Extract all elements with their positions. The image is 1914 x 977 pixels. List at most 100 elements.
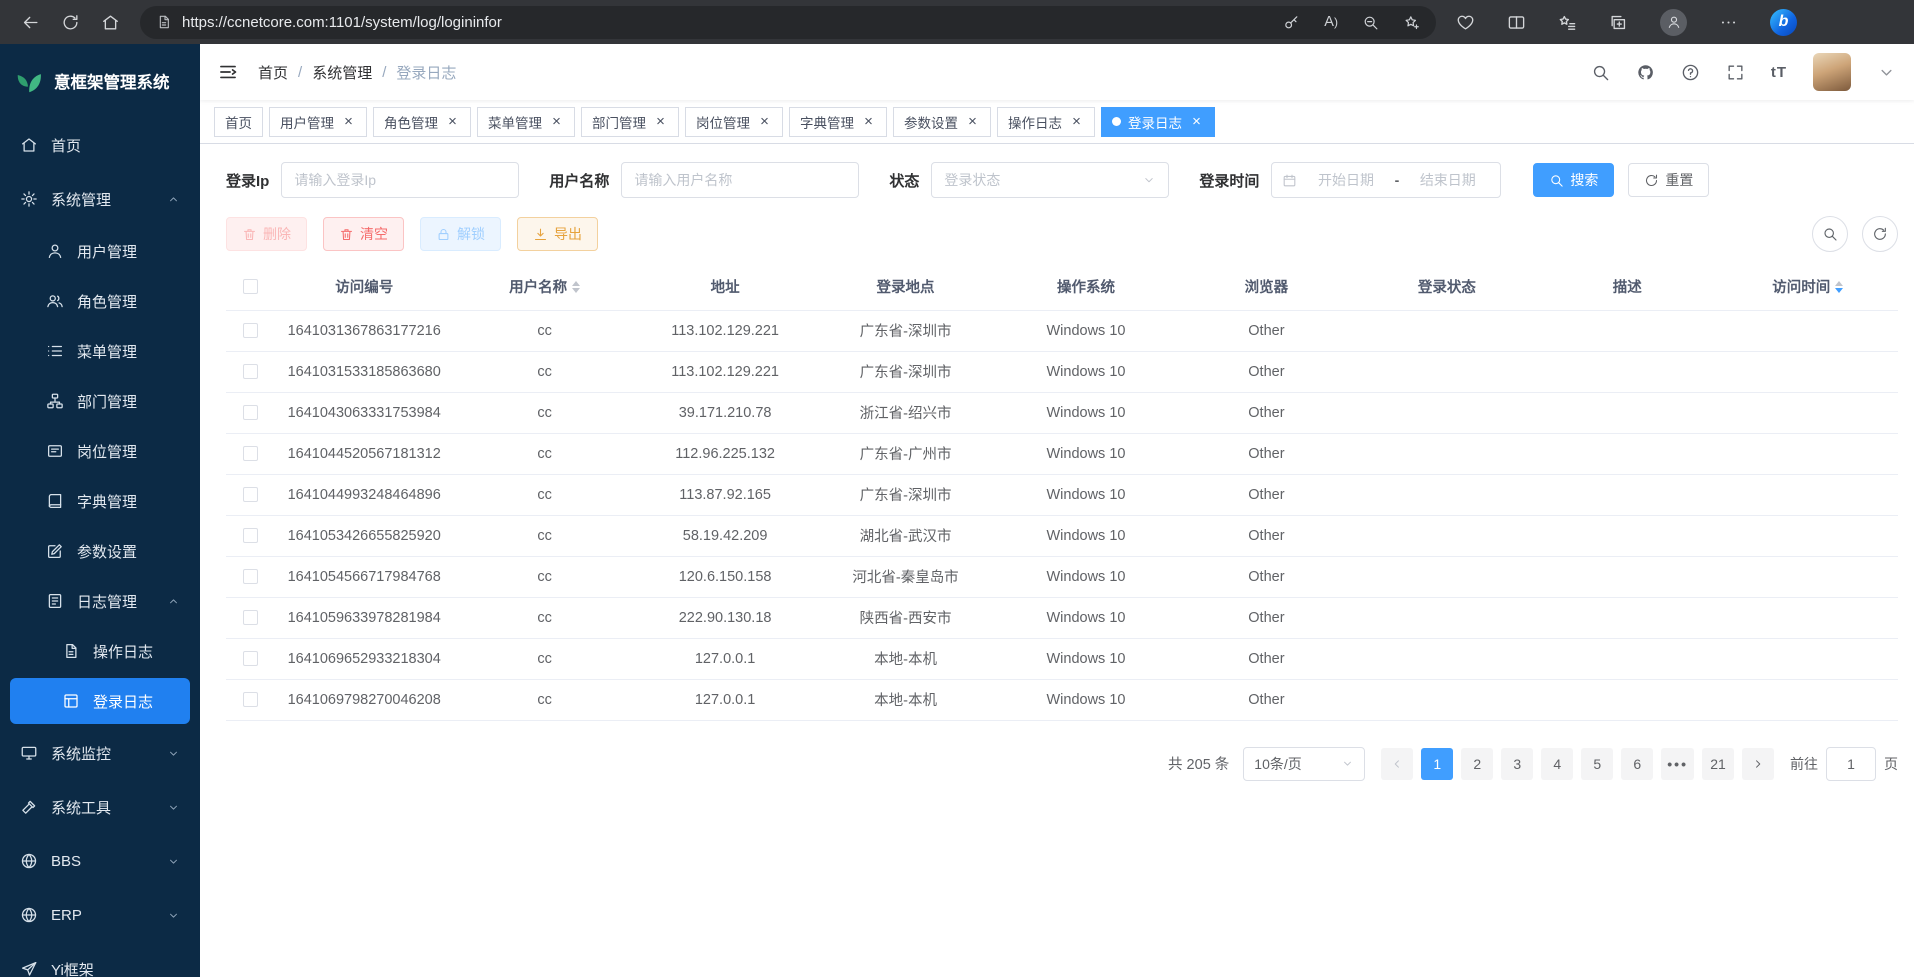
table-row[interactable]: 1641031367863177216 cc 113.102.129.221 广… <box>226 310 1898 351</box>
sidebar-collapse-button[interactable] <box>218 62 238 82</box>
sidebar-item-parameter-settings[interactable]: 参数设置 <box>0 526 200 576</box>
clear-button[interactable]: 清空 <box>323 217 404 251</box>
tab-menu-management[interactable]: 菜单管理× <box>477 107 575 137</box>
row-checkbox[interactable] <box>243 569 258 584</box>
read-aloud-icon[interactable]: A) <box>1324 14 1338 30</box>
unlock-button[interactable]: 解锁 <box>420 217 501 251</box>
browser-menu-icon[interactable] <box>1719 13 1738 32</box>
sidebar-item-erp[interactable]: ERP <box>0 888 200 942</box>
browser-profile-avatar[interactable] <box>1660 9 1687 36</box>
more-pages-button[interactable]: ••• <box>1661 748 1694 780</box>
user-name-input[interactable] <box>621 162 859 198</box>
sort-icon[interactable] <box>572 281 580 293</box>
tab-dictionary-management[interactable]: 字典管理× <box>789 107 887 137</box>
tab-post-management[interactable]: 岗位管理× <box>685 107 783 137</box>
sidebar-item-user-management[interactable]: 用户管理 <box>0 226 200 276</box>
close-icon[interactable]: × <box>757 114 772 129</box>
search-button[interactable]: 搜索 <box>1533 163 1614 197</box>
row-checkbox[interactable] <box>243 405 258 420</box>
user-avatar[interactable] <box>1813 53 1851 91</box>
sidebar-item-bbs[interactable]: BBS <box>0 834 200 888</box>
collections-icon[interactable] <box>1609 13 1628 32</box>
sidebar-item-department-management[interactable]: 部门管理 <box>0 376 200 426</box>
row-checkbox[interactable] <box>243 528 258 543</box>
close-icon[interactable]: × <box>653 114 668 129</box>
login-ip-input[interactable] <box>281 162 519 198</box>
page-button-4[interactable]: 4 <box>1541 748 1573 780</box>
page-button-last[interactable]: 21 <box>1702 748 1734 780</box>
table-row[interactable]: 1641043063331753984 cc 39.171.210.78 浙江省… <box>226 392 1898 433</box>
row-checkbox[interactable] <box>243 323 258 338</box>
fullscreen-icon[interactable] <box>1726 63 1745 82</box>
row-checkbox[interactable] <box>243 487 258 502</box>
page-button-2[interactable]: 2 <box>1461 748 1493 780</box>
tab-operation-log[interactable]: 操作日志× <box>997 107 1095 137</box>
goto-page-input[interactable] <box>1826 747 1876 781</box>
close-icon[interactable]: × <box>861 114 876 129</box>
row-checkbox[interactable] <box>243 692 258 707</box>
close-icon[interactable]: × <box>1069 114 1084 129</box>
page-size-select[interactable]: 10条/页 <box>1243 747 1365 781</box>
table-row[interactable]: 1641031533185863680 cc 113.102.129.221 广… <box>226 351 1898 392</box>
bing-copilot-icon[interactable]: b <box>1770 9 1797 36</box>
row-checkbox[interactable] <box>243 651 258 666</box>
export-button[interactable]: 导出 <box>517 217 598 251</box>
sidebar-item-system-management[interactable]: 系统管理 <box>0 172 200 226</box>
page-button-5[interactable]: 5 <box>1581 748 1613 780</box>
sidebar-item-home[interactable]: 首页 <box>0 118 200 172</box>
header-search-icon[interactable] <box>1591 63 1610 82</box>
status-select[interactable]: 登录状态 <box>931 162 1169 198</box>
page-button-1[interactable]: 1 <box>1421 748 1453 780</box>
browser-home-button[interactable] <box>92 4 128 40</box>
browser-back-button[interactable] <box>12 4 48 40</box>
add-favorite-icon[interactable] <box>1403 14 1420 31</box>
help-icon[interactable] <box>1681 63 1700 82</box>
font-size-icon[interactable]: tT <box>1771 64 1787 81</box>
table-row[interactable]: 1641059633978281984 cc 222.90.130.18 陕西省… <box>226 597 1898 638</box>
avatar-caret-icon[interactable] <box>1877 63 1896 82</box>
tab-home[interactable]: 首页 <box>214 107 263 137</box>
tab-user-management[interactable]: 用户管理× <box>269 107 367 137</box>
login-time-range-picker[interactable]: 开始日期 - 结束日期 <box>1271 162 1501 198</box>
zoom-out-icon[interactable] <box>1362 14 1379 31</box>
row-checkbox[interactable] <box>243 364 258 379</box>
split-screen-icon[interactable] <box>1507 13 1526 32</box>
app-logo[interactable]: 意框架管理系统 <box>0 44 200 118</box>
close-icon[interactable]: × <box>445 114 460 129</box>
toggle-search-button[interactable] <box>1812 216 1848 252</box>
col-user-name[interactable]: 用户名称 <box>454 264 634 310</box>
table-row[interactable]: 1641053426655825920 cc 58.19.42.209 湖北省-… <box>226 515 1898 556</box>
table-row[interactable]: 1641069652933218304 cc 127.0.0.1 本地-本机 W… <box>226 638 1898 679</box>
col-visit-time[interactable]: 访问时间 <box>1718 264 1899 310</box>
sidebar-item-login-log[interactable]: 登录日志 <box>10 678 190 724</box>
breadcrumb-home[interactable]: 首页 <box>258 62 288 83</box>
tab-parameter-settings[interactable]: 参数设置× <box>893 107 991 137</box>
sidebar-item-operation-log[interactable]: 操作日志 <box>0 626 200 676</box>
sidebar-item-dictionary-management[interactable]: 字典管理 <box>0 476 200 526</box>
select-all-checkbox[interactable] <box>243 279 258 294</box>
sidebar-item-yi-framework[interactable]: Yi框架 <box>0 942 200 977</box>
reset-button[interactable]: 重置 <box>1628 163 1709 197</box>
sidebar-item-menu-management[interactable]: 菜单管理 <box>0 326 200 376</box>
table-row[interactable]: 1641044993248464896 cc 113.87.92.165 广东省… <box>226 474 1898 515</box>
table-row[interactable]: 1641044520567181312 cc 112.96.225.132 广东… <box>226 433 1898 474</box>
close-icon[interactable]: × <box>1189 114 1204 129</box>
page-button-6[interactable]: 6 <box>1621 748 1653 780</box>
github-icon[interactable] <box>1636 63 1655 82</box>
tab-role-management[interactable]: 角色管理× <box>373 107 471 137</box>
sidebar-item-log-management[interactable]: 日志管理 <box>0 576 200 626</box>
close-icon[interactable]: × <box>965 114 980 129</box>
browser-refresh-button[interactable] <box>52 4 88 40</box>
tab-department-management[interactable]: 部门管理× <box>581 107 679 137</box>
favorites-icon[interactable] <box>1558 13 1577 32</box>
row-checkbox[interactable] <box>243 446 258 461</box>
password-key-icon[interactable] <box>1283 14 1300 31</box>
sort-icon[interactable] <box>1835 281 1843 293</box>
delete-button[interactable]: 删除 <box>226 217 307 251</box>
tab-login-log[interactable]: 登录日志× <box>1101 107 1215 137</box>
next-page-button[interactable] <box>1742 748 1774 780</box>
refresh-table-button[interactable] <box>1862 216 1898 252</box>
table-row[interactable]: 1641054566717984768 cc 120.6.150.158 河北省… <box>226 556 1898 597</box>
sidebar-item-system-monitor[interactable]: 系统监控 <box>0 726 200 780</box>
sidebar-item-system-tools[interactable]: 系统工具 <box>0 780 200 834</box>
